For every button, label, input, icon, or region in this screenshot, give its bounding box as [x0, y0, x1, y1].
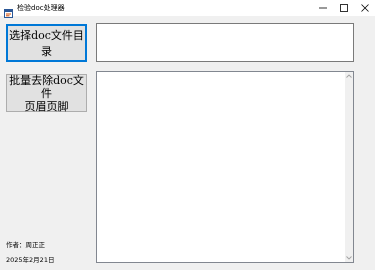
batch-remove-label-line2: 页眉页脚 — [24, 99, 69, 113]
vertical-scrollbar[interactable] — [345, 72, 353, 262]
select-doc-folder-label: 选择doc文件目录 — [9, 29, 84, 58]
author-label: 作者：周正正 — [6, 241, 45, 249]
close-icon — [361, 4, 369, 12]
folder-path-input[interactable] — [96, 23, 354, 62]
batch-remove-header-footer-button[interactable]: 批量去除doc文件 页眉页脚 — [6, 73, 87, 113]
chevron-up-icon — [346, 74, 352, 78]
maximize-icon — [340, 4, 348, 12]
scroll-up-arrow[interactable] — [345, 72, 353, 80]
batch-remove-label-line1: 批量去除doc文件 — [9, 73, 84, 100]
chevron-down-icon — [346, 256, 352, 260]
minimize-icon — [319, 7, 327, 9]
window-title: 检验doc处理器 — [17, 4, 65, 12]
app-window-icon — [4, 3, 13, 18]
title-bar: 检验doc处理器 — [0, 0, 375, 18]
scroll-down-arrow[interactable] — [345, 254, 353, 262]
date-label: 2025年2月21日 — [6, 256, 55, 264]
log-textarea[interactable] — [96, 71, 354, 263]
select-doc-folder-button[interactable]: 选择doc文件目录 — [6, 24, 87, 62]
close-button[interactable] — [353, 0, 375, 16]
